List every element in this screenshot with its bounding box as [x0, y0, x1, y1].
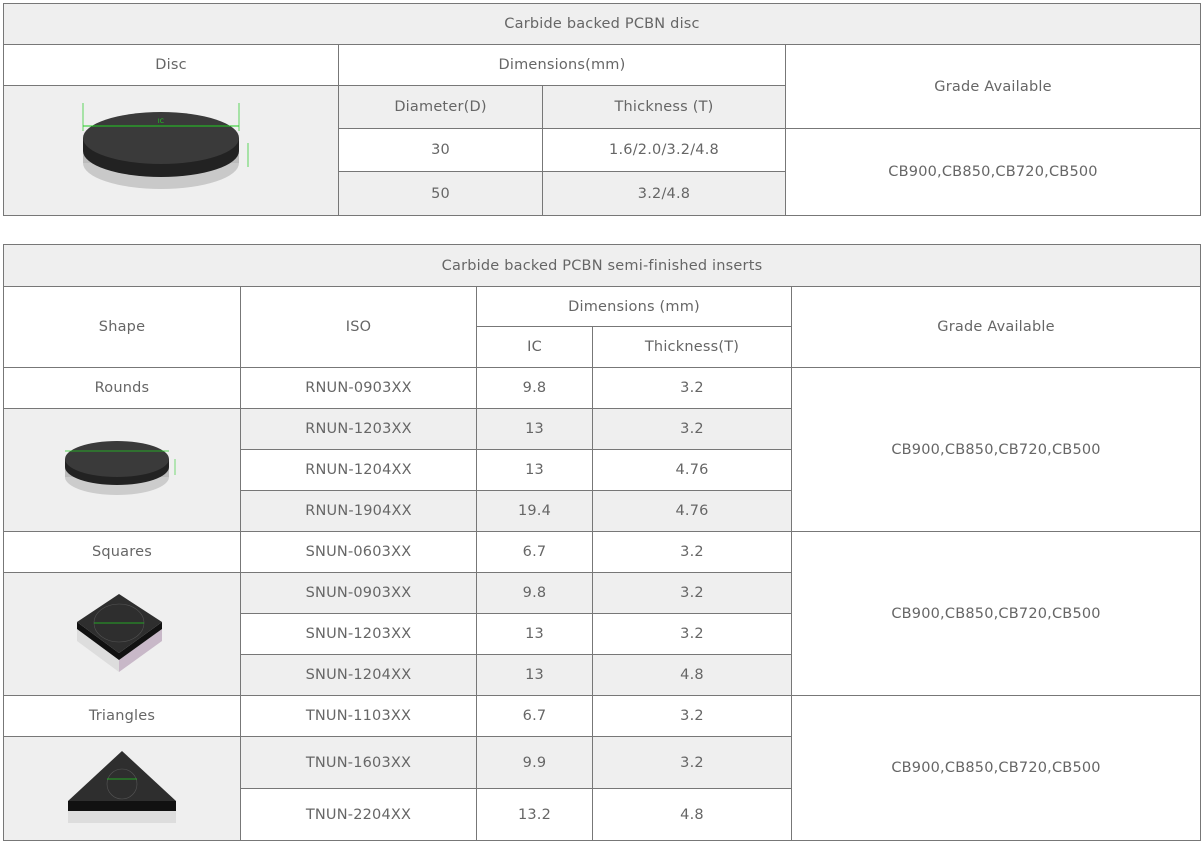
diameter-cell: 30 [338, 128, 543, 172]
disc-table-title: Carbide backed PCBN disc [2, 3, 1202, 45]
thickness-cell: 4.76 [592, 490, 792, 532]
ic-cell: 9.9 [476, 736, 593, 789]
grade-cell: CB900,CB850,CB720,CB500 [790, 367, 1202, 532]
thickness-cell: 3.2 [592, 367, 792, 409]
iso-cell: RNUN-1203XX [240, 408, 477, 450]
iso-cell: TNUN-2204XX [240, 788, 477, 841]
grade-cell: CB900,CB850,CB720,CB500 [784, 128, 1202, 216]
thickness-cell: 3.2 [592, 408, 792, 450]
inserts-table: Carbide backed PCBN semi-finished insert… [2, 244, 1202, 841]
thickness-cell: 3.2 [592, 736, 792, 789]
thickness-cell: 3.2 [592, 613, 792, 655]
header-thickness: Thickness (T) [542, 85, 786, 129]
shape-image [3, 408, 241, 532]
ic-cell: 19.4 [476, 490, 593, 532]
iso-cell: SNUN-1203XX [240, 613, 477, 655]
svg-text:IC: IC [158, 118, 164, 125]
disc-table: Carbide backed PCBN disc Disc Dimensions… [2, 3, 1202, 216]
ic-cell: 13 [476, 408, 593, 450]
ic-cell: 13 [476, 654, 593, 696]
shape-label: Squares [3, 531, 241, 573]
grade-cell: CB900,CB850,CB720,CB500 [790, 695, 1202, 841]
header-iso: ISO [240, 286, 477, 368]
iso-cell: RNUN-0903XX [240, 367, 477, 409]
ic-cell: 9.8 [476, 367, 593, 409]
ic-cell: 13 [476, 449, 593, 491]
header-thickness: Thickness(T) [592, 326, 792, 368]
header-disc: Disc [3, 44, 339, 86]
iso-cell: TNUN-1103XX [240, 695, 477, 737]
header-grade: Grade Available [790, 286, 1202, 368]
ic-cell: 9.8 [476, 572, 593, 614]
header-grade: Grade Available [784, 44, 1202, 129]
disc-image: IC [3, 85, 339, 216]
iso-cell: SNUN-0903XX [240, 572, 477, 614]
header-diameter: Diameter(D) [338, 85, 543, 129]
diameter-cell: 50 [338, 171, 543, 216]
ic-cell: 13 [476, 613, 593, 655]
round-insert-icon [65, 441, 176, 495]
shape-image [3, 572, 241, 696]
table-row: Triangles TNUN-1103XX 6.7 3.2 CB900,CB850,CB… [3, 695, 1202, 841]
thickness-cell: 3.2/4.8 [542, 171, 786, 216]
table-row: Rounds RNUN-0903XX 9.8 3.2 CB900,CB850,CB720… [3, 367, 1202, 532]
header-ic: IC [476, 326, 593, 368]
ic-cell: 6.7 [476, 695, 593, 737]
thickness-cell: 4.8 [592, 654, 792, 696]
disc-illustration-icon: IC [82, 102, 249, 189]
iso-cell: TNUN-1603XX [240, 736, 477, 789]
ic-cell: 13.2 [476, 788, 593, 841]
grade-cell: CB900,CB850,CB720,CB500 [790, 531, 1202, 696]
thickness-cell: 3.2 [592, 572, 792, 614]
inserts-table-title: Carbide backed PCBN semi-finished insert… [2, 244, 1202, 287]
header-shape: Shape [3, 286, 241, 368]
square-insert-icon [77, 594, 162, 672]
ic-cell: 6.7 [476, 531, 593, 573]
thickness-cell: 1.6/2.0/3.2/4.8 [542, 128, 786, 172]
table-row: Squares SNUN-0603XX 6.7 3.2 CB900,CB850,CB72… [3, 531, 1202, 696]
thickness-cell: 4.8 [592, 788, 792, 841]
shape-label: Triangles [3, 695, 241, 737]
thickness-cell: 4.76 [592, 449, 792, 491]
header-dimensions: Dimensions(mm) [338, 44, 786, 86]
header-dimensions: Dimensions (mm) [476, 286, 792, 327]
shape-image [3, 736, 241, 841]
iso-cell: SNUN-0603XX [240, 531, 477, 573]
iso-cell: RNUN-1204XX [240, 449, 477, 491]
iso-cell: RNUN-1904XX [240, 490, 477, 532]
iso-cell: SNUN-1204XX [240, 654, 477, 696]
triangle-insert-icon [68, 750, 176, 823]
shape-label: Rounds [3, 367, 241, 409]
thickness-cell: 3.2 [592, 695, 792, 737]
thickness-cell: 3.2 [592, 531, 792, 573]
